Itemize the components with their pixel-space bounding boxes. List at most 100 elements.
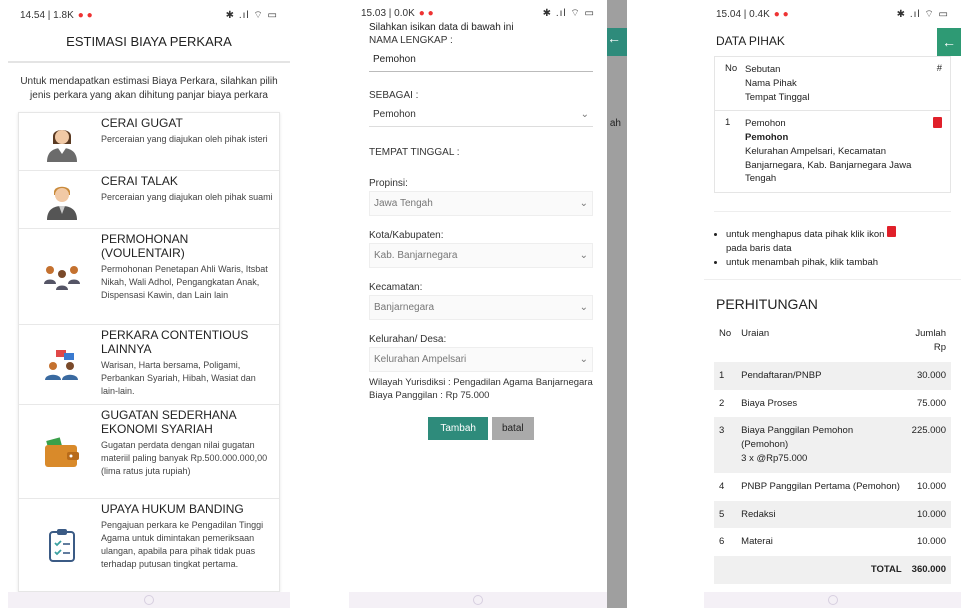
row-no: 1 [714, 361, 737, 390]
table-header: No Uraian Jumlah Rp [714, 320, 951, 362]
table-row: 1 Pendaftaran/PNBP 30.000 [714, 361, 951, 390]
row-jumlah: 30.000 [906, 361, 951, 390]
case-desc: Perceraian yang diajukan oleh pihak suam… [101, 191, 273, 202]
status-time: 14.54 | 1.8K [20, 9, 74, 21]
table-row: 3 Biaya Panggilan Pemohon (Pemohon) 3 x @R… [714, 417, 951, 473]
notification-icons: ● ● [773, 8, 789, 20]
case-desc: Gugatan perdata dengan nilai gugatan mat… [101, 439, 268, 476]
status-bar: 14.54 | 1.8K ● ● ✱ .ıl ⌔ ▭ [8, 0, 290, 30]
propinsi-select[interactable]: Jawa Tengah ⌄ [369, 191, 593, 216]
nama-input[interactable]: Pemohon [369, 46, 593, 72]
dispute-icon [23, 329, 101, 400]
screen-perhitungan: 15.04 | 0.4K ● ● ✱ .ıl ⌔ ▭ ← DATA PIHAK … [704, 0, 961, 608]
th-uraian: Uraian [741, 328, 770, 340]
case-desc: Warisan, Harta bersama, Poligami, Perban… [101, 359, 256, 396]
row-uraian: Materai [741, 536, 773, 548]
col-action: # [936, 63, 942, 74]
tambah-button[interactable]: Tambah [428, 416, 488, 440]
row-no: 6 [719, 536, 725, 548]
system-nav-bar[interactable] [349, 592, 607, 608]
row-jumlah: 10.000 [906, 500, 951, 529]
case-title: UPAYA HUKUM BANDING [101, 502, 244, 516]
data-pihak-title: DATA PIHAK [716, 34, 785, 48]
th-jumlah-text: Jumlah [915, 328, 946, 340]
back-arrow-icon: ← [607, 30, 621, 46]
woman-avatar-icon [23, 117, 101, 166]
case-item[interactable]: CERAI TALAK Perceraian yang diajukan ole… [19, 171, 279, 229]
row-uraian: Pendaftaran/PNBP [736, 361, 907, 390]
chevron-down-icon: ⌄ [579, 354, 588, 365]
total-row: TOTAL 360.000 [714, 556, 951, 584]
row-uraian-text: Biaya Panggilan Pemohon (Pemohon) [741, 425, 854, 451]
trash-icon[interactable] [933, 117, 942, 129]
kecamatan-label: Kecamatan: [369, 282, 423, 293]
row-no: 4 [719, 480, 725, 492]
back-arrow-icon[interactable]: ← [937, 28, 961, 56]
kecamatan-select[interactable]: Banjarnegara ⌄ [369, 295, 593, 320]
intro-text: Untuk mendapatkan estimasi Biaya Perkara… [20, 76, 278, 101]
screen-form: 15.03 | 0.0K ● ● ✱ .ıl ⌔ ▭ Silahkan isik… [349, 0, 607, 608]
pihak-row: 1 Pemohon Pemohon Kelurahan Ampelsari, K… [715, 110, 950, 192]
kelurahan-value: Kelurahan Ampelsari [374, 354, 467, 365]
case-item[interactable]: UPAYA HUKUM BANDING Pengajuan perkara ke… [19, 499, 279, 591]
notification-icons: ● ● [77, 9, 93, 21]
total-value: 360.000 [906, 556, 951, 584]
perhitungan-title: PERHITUNGAN [704, 279, 961, 320]
status-bar: 15.04 | 0.4K ● ● ✱ .ıl ⌔ ▭ [704, 0, 961, 28]
case-item[interactable]: GUGATAN SEDERHANA EKONOMI SYARIAH Gugata… [19, 405, 279, 499]
note-add: untuk menambah pihak, klik tambah [726, 256, 951, 270]
case-item[interactable]: PERKARA CONTENTIOUS LAINNYA Warisan, Har… [19, 325, 279, 405]
case-desc: Permohonan Penetapan Ahli Waris, Itsbat … [101, 263, 268, 300]
biaya-panggilan-text: Biaya Panggilan : Rp 75.000 [369, 390, 490, 402]
pihak-sebutan: Pemohon [745, 118, 786, 130]
col-sebutan: Sebutan [745, 64, 781, 75]
row-no: 5 [714, 500, 737, 529]
propinsi-value: Jawa Tengah [374, 198, 433, 209]
case-item[interactable]: CERAI GUGAT Perceraian yang diajukan ole… [19, 113, 279, 171]
case-item[interactable]: PERMOHONAN (VOULENTAIR) Permohonan Penet… [19, 229, 279, 325]
row-jumlah: 10.000 [916, 536, 946, 548]
nama-label: NAMA LENGKAP : [369, 35, 453, 46]
case-desc: Perceraian yang diajukan oleh pihak iste… [101, 133, 268, 144]
status-time: 15.04 | 0.4K [716, 8, 770, 20]
page-title: ESTIMASI BIAYA PERKARA [8, 30, 290, 63]
pihak-nama: Pemohon [745, 132, 789, 144]
th-jumlah: Jumlah Rp [907, 320, 951, 362]
propinsi-label: Propinsi: [369, 178, 408, 189]
row-no: 3 [714, 417, 737, 473]
th-rp-text: Rp [933, 342, 946, 354]
case-title: CERAI TALAK [101, 174, 178, 188]
col-nama: Nama Pihak [745, 77, 797, 89]
sebagai-label: SEBAGAI : [369, 90, 419, 101]
pihak-table: No Sebutan Nama Pihak Tempat Tinggal # 1… [714, 56, 951, 194]
sebagai-value: Pemohon [373, 109, 416, 120]
sebagai-select[interactable]: Pemohon ⌄ [369, 103, 593, 127]
batal-button[interactable]: batal [491, 416, 534, 440]
system-nav-bar[interactable] [704, 592, 961, 608]
table-row: 5 Redaksi 10.000 [714, 500, 951, 529]
chevron-down-icon: ⌄ [579, 198, 588, 209]
help-notes: untuk menghapus data pihak klik ikon pad… [714, 211, 951, 269]
kelurahan-select[interactable]: Kelurahan Ampelsari ⌄ [369, 347, 593, 372]
signal-battery-icon: ✱ .ıl ⌔ ▭ [896, 8, 949, 20]
col-tempat: Tempat Tinggal [745, 91, 810, 103]
cost-table: No Uraian Jumlah Rp 1 Pendaftaran/PNBP 30.0… [714, 320, 951, 584]
case-title: PERMOHONAN (VOULENTAIR) [101, 232, 189, 260]
chevron-down-icon: ⌄ [579, 250, 588, 261]
party-form: Silahkan isikan data di bawah ini NAMA L… [349, 22, 607, 440]
row-uraian: Redaksi [736, 500, 907, 529]
case-list: CERAI GUGAT Perceraian yang diajukan ole… [18, 112, 280, 592]
man-avatar-icon [23, 175, 101, 224]
table-row: 6 Materai 10.000 [714, 528, 951, 556]
kota-select[interactable]: Kab. Banjarnegara ⌄ [369, 243, 593, 268]
status-time: 15.03 | 0.0K [361, 7, 415, 19]
form-hint: Silahkan isikan data di bawah ini [369, 22, 514, 33]
case-title: CERAI GUGAT [101, 116, 183, 130]
signal-battery-icon: ✱ .ıl ⌔ ▭ [542, 7, 595, 19]
notification-icons: ● ● [418, 7, 434, 19]
table-row: 2 Biaya Proses 75.000 [714, 390, 951, 418]
yurisdiksi-text: Wilayah Yurisdiksi : Pengadilan Agama Ba… [369, 377, 593, 388]
clipboard-icon [23, 503, 101, 587]
col-no: No [725, 63, 738, 74]
system-nav-bar[interactable] [8, 592, 290, 608]
